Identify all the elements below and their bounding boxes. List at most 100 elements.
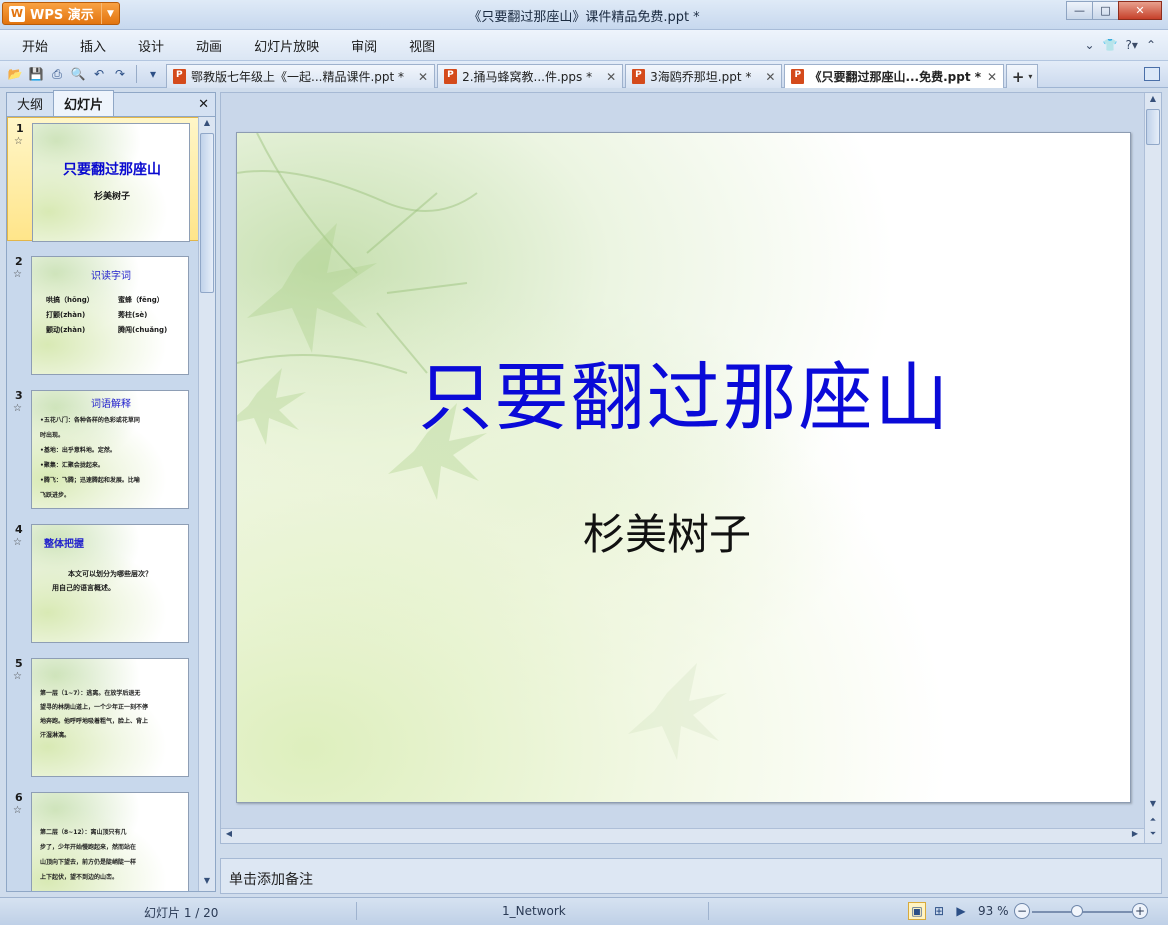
- scroll-up-icon[interactable]: ▲: [199, 118, 215, 132]
- editor-vertical-scrollbar[interactable]: ▲ ▼ ⏶ ⏷: [1144, 93, 1161, 843]
- slide-sorter-icon[interactable]: ⊞: [930, 902, 948, 920]
- save-icon[interactable]: 💾: [27, 65, 45, 83]
- slide-editor: 只要翻过那座山 杉美树子 ▲ ▼ ⏶ ⏷ ◀ ▶: [220, 92, 1162, 844]
- slide-thumbnails: 1 ☆ 只要翻过那座山 杉美树子 2 ☆ 识读字词 哄搞（hōng） 蜜蜂（fē…: [7, 117, 199, 891]
- close-icon[interactable]: ✕: [1118, 1, 1162, 20]
- notes-placeholder[interactable]: 单击添加备注: [229, 869, 313, 889]
- thumb-text: •五花八门：各种各样的色彩或花草同 时出现。 •基地：出乎意料地。定然。 •聚集…: [40, 413, 182, 503]
- close-icon[interactable]: ✕: [418, 70, 428, 84]
- thumbnail-slide-5[interactable]: 5 ☆ 第一层（1~7）：逃离。在放学后退无 望寻的林荫山道上，一个少年正一刻不…: [7, 653, 199, 777]
- zoom-in-icon[interactable]: +: [1132, 903, 1148, 919]
- open-icon[interactable]: 📂: [6, 65, 24, 83]
- thumb-line: 用自己的语言概述。: [52, 584, 115, 592]
- undo-icon[interactable]: ↶: [90, 65, 108, 83]
- current-slide[interactable]: 只要翻过那座山 杉美树子: [236, 132, 1131, 803]
- thumbnail-slide-2[interactable]: 2 ☆ 识读字词 哄搞（hōng） 蜜蜂（fēng） 打颤(zhàn) 莠柱(s…: [7, 251, 199, 375]
- help-icon[interactable]: ?▾: [1126, 38, 1138, 52]
- previous-slide-icon[interactable]: ⏶: [1145, 815, 1161, 829]
- tab-label: 《只要翻过那座山...免费.ppt *: [809, 70, 982, 84]
- quick-access-toolbar: 📂 💾 ⎙ 🔍 ↶ ↷ ▾: [6, 65, 162, 83]
- normal-view-icon[interactable]: ▣: [908, 902, 926, 920]
- close-icon[interactable]: ✕: [765, 70, 775, 84]
- close-icon[interactable]: ✕: [987, 70, 997, 84]
- slide-thumbnail[interactable]: 第二层（8~12）：离山顶只有几 步了，少年开始慢跑起来，然而站在 山顶向下望去…: [31, 792, 189, 891]
- menu-design[interactable]: 设计: [126, 36, 176, 55]
- doc-tab[interactable]: 3海鸥乔那坦.ppt * ✕: [625, 64, 783, 88]
- scroll-right-icon[interactable]: ▶: [1128, 829, 1142, 843]
- animation-star-icon: ☆: [14, 136, 23, 147]
- doc-tab-active[interactable]: 《只要翻过那座山...免费.ppt * ✕: [784, 64, 1005, 88]
- tab-label: 3海鸥乔那坦.ppt *: [650, 70, 752, 84]
- new-tab-button[interactable]: + ▾: [1006, 64, 1039, 88]
- print-icon[interactable]: ⎙: [48, 65, 66, 83]
- chevron-down-icon[interactable]: ▾: [1028, 72, 1032, 81]
- maximize-icon[interactable]: □: [1092, 1, 1119, 20]
- thumb-heading: 整体把握: [44, 539, 84, 550]
- status-bar: 幻灯片 1 / 20 1_Network ▣ ⊞ ▶ 93 % − +: [0, 897, 1168, 925]
- title-bar: W WPS 演示 ▼ 《只要翻过那座山》课件精品免费.ppt * — □ ✕: [0, 0, 1168, 30]
- slide-number: 2: [15, 255, 23, 268]
- slide-number: 1: [16, 122, 24, 135]
- thumbnails-scrollbar[interactable]: ▲ ▼: [198, 117, 215, 891]
- zoom-slider-handle[interactable]: [1071, 905, 1083, 917]
- slide-thumbnail[interactable]: 第一层（1~7）：逃离。在放学后退无 望寻的林荫山道上，一个少年正一刻不停 地奔…: [31, 658, 189, 777]
- window-title: 《只要翻过那座山》课件精品免费.ppt *: [468, 10, 700, 25]
- slide-number: 4: [15, 523, 23, 536]
- thumb-heading: 识读字词: [91, 271, 131, 282]
- tab-slides[interactable]: 幻灯片: [53, 90, 115, 116]
- ribbon-toggle-icon[interactable]: ⌃: [1146, 38, 1156, 52]
- tab-outline[interactable]: 大纲: [7, 91, 53, 116]
- thumb-line: 时出现。: [40, 432, 65, 439]
- slide-number: 3: [15, 389, 23, 402]
- scroll-up-icon[interactable]: ▲: [1145, 94, 1161, 108]
- menu-slideshow[interactable]: 幻灯片放映: [242, 36, 331, 55]
- thumbnail-slide-4[interactable]: 4 ☆ 整体把握 本文可以划分为哪些层次？ 用自己的语言概述。: [7, 519, 199, 643]
- thumb-title: 只要翻过那座山: [63, 162, 161, 178]
- thumb-line: •聚集：汇聚会拢起来。: [40, 462, 104, 469]
- thumbnail-slide-1[interactable]: 1 ☆ 只要翻过那座山 杉美树子: [7, 117, 199, 242]
- scrollbar-thumb[interactable]: [1146, 109, 1160, 145]
- zoom-out-icon[interactable]: −: [1014, 903, 1030, 919]
- animation-star-icon: ☆: [13, 671, 22, 682]
- menu-review[interactable]: 审阅: [339, 36, 389, 55]
- slideshow-play-icon[interactable]: ▶: [952, 902, 970, 920]
- doc-tab[interactable]: 鄂教版七年级上《一起...精品课件.ppt * ✕: [166, 64, 436, 88]
- thumb-heading: 词语解释: [91, 399, 131, 410]
- thumb-line: 山顶向下望去，前方仍是陡峭陡一样: [40, 859, 137, 866]
- slide-thumbnail[interactable]: 识读字词 哄搞（hōng） 蜜蜂（fēng） 打颤(zhàn) 莠柱(sè) 颤…: [31, 256, 189, 375]
- slide-title[interactable]: 只要翻过那座山: [237, 338, 1130, 445]
- close-icon[interactable]: ✕: [606, 70, 616, 84]
- slides-pane: 大纲 幻灯片 ✕ 1 ☆ 只要翻过那座山 杉美树子 2 ☆ 识读字词 哄搞（hō…: [6, 90, 216, 892]
- skin-icon[interactable]: 👕: [1103, 38, 1118, 52]
- editor-horizontal-scrollbar[interactable]: ◀ ▶: [221, 828, 1144, 843]
- minimize-icon[interactable]: —: [1066, 1, 1093, 20]
- scrollbar-thumb[interactable]: [200, 133, 214, 293]
- scroll-down-icon[interactable]: ▼: [1145, 799, 1161, 813]
- thumbnail-slide-3[interactable]: 3 ☆ 词语解释 •五花八门：各种各样的色彩或花草同 时出现。 •基地：出乎意料…: [7, 385, 199, 509]
- notes-pane[interactable]: 单击添加备注: [220, 858, 1162, 894]
- thumb-line: 第二层（8~12）：离山顶只有几: [40, 829, 127, 836]
- menu-animation[interactable]: 动画: [184, 36, 234, 55]
- scroll-down-icon[interactable]: ▼: [199, 876, 215, 890]
- leaves-background-image: [237, 133, 727, 760]
- menu-insert[interactable]: 插入: [68, 36, 118, 55]
- collapse-ribbon-icon[interactable]: ⌄: [1085, 38, 1095, 52]
- slide-thumbnail[interactable]: 只要翻过那座山 杉美树子: [32, 123, 190, 242]
- slide-thumbnail[interactable]: 整体把握 本文可以划分为哪些层次？ 用自己的语言概述。: [31, 524, 189, 643]
- customize-icon[interactable]: ▾: [144, 65, 162, 83]
- menu-view[interactable]: 视图: [397, 36, 447, 55]
- redo-icon[interactable]: ↷: [111, 65, 129, 83]
- task-pane-toggle-icon[interactable]: [1144, 67, 1160, 81]
- next-slide-icon[interactable]: ⏷: [1145, 829, 1161, 843]
- thumb-line: 哄搞（hōng）: [46, 296, 94, 304]
- thumbnail-slide-6[interactable]: 6 ☆ 第二层（8~12）：离山顶只有几 步了，少年开始慢跑起来，然而站在 山顶…: [7, 787, 199, 891]
- print-preview-icon[interactable]: 🔍: [69, 65, 87, 83]
- slide-thumbnail[interactable]: 词语解释 •五花八门：各种各样的色彩或花草同 时出现。 •基地：出乎意料地。定然…: [31, 390, 189, 509]
- animation-star-icon: ☆: [13, 537, 22, 548]
- slide-subtitle[interactable]: 杉美树子: [237, 501, 1097, 562]
- menu-home[interactable]: 开始: [10, 36, 60, 55]
- thumb-subtitle: 杉美树子: [93, 192, 130, 202]
- doc-tab[interactable]: 2.捅马蜂窝教...件.pps * ✕: [437, 64, 624, 88]
- scroll-left-icon[interactable]: ◀: [222, 829, 236, 843]
- close-icon[interactable]: ✕: [198, 97, 209, 112]
